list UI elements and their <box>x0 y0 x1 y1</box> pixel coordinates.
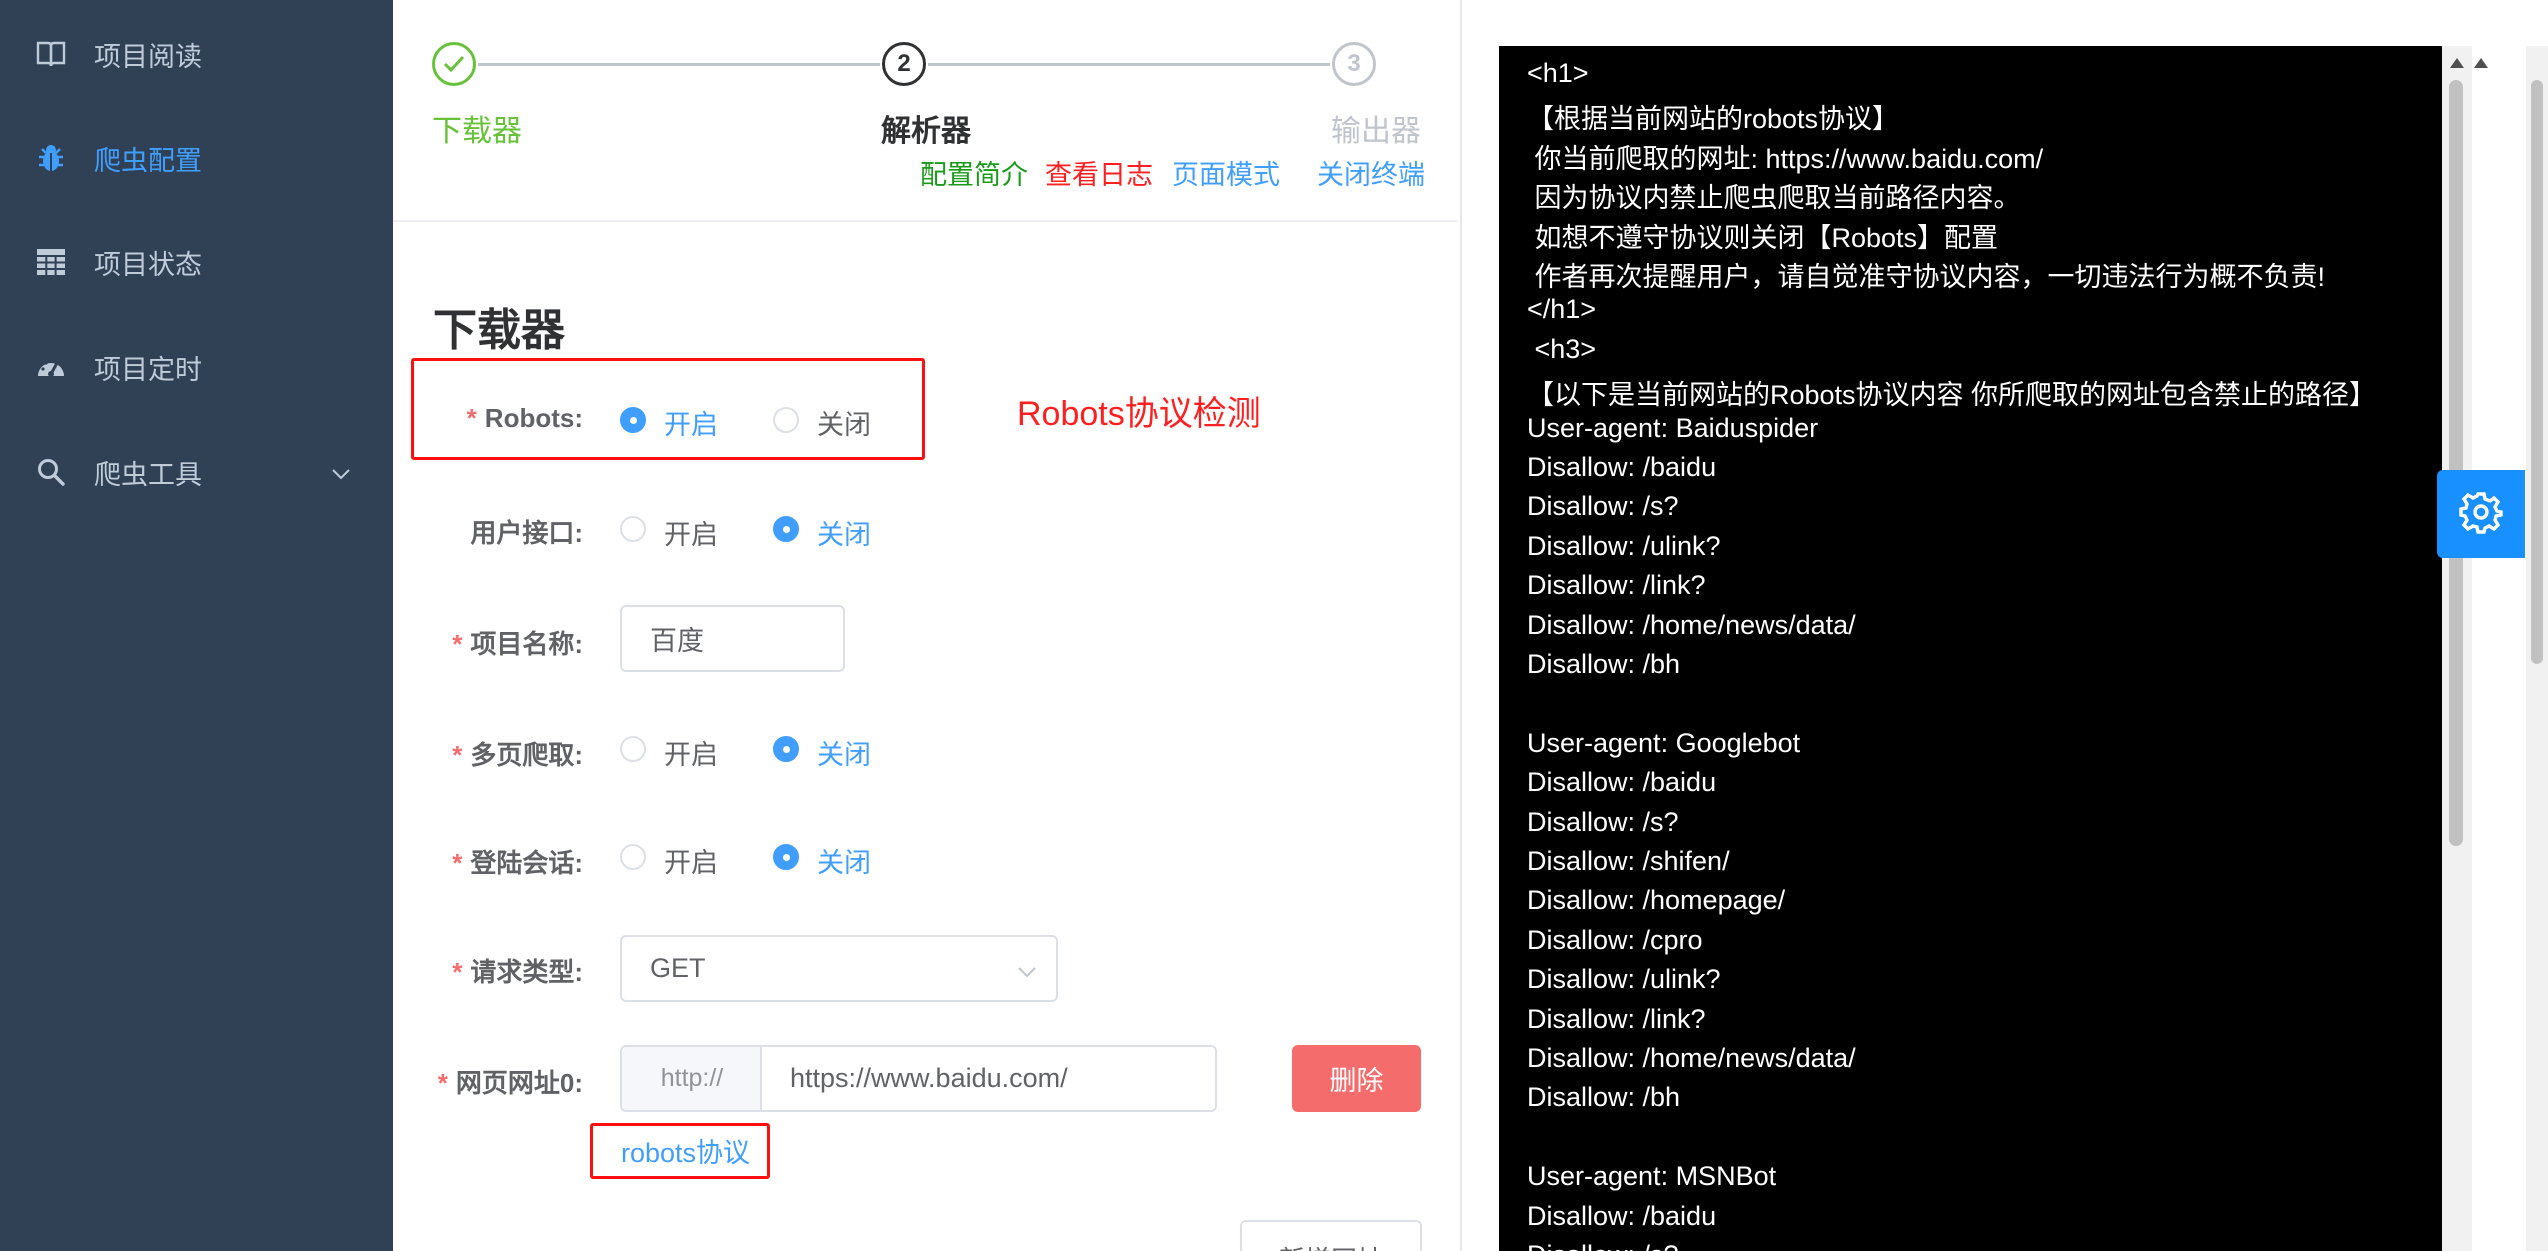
user-interface-off-radio[interactable] <box>773 516 799 542</box>
terminal-line: Disallow: /baidu <box>1527 452 1717 482</box>
terminal-line: Disallow: /bh <box>1527 649 1681 679</box>
step-1-check-icon <box>432 42 476 86</box>
sidebar-item-label: 项目定时 <box>94 354 202 385</box>
step-3-title: 输出器 <box>1331 115 1421 148</box>
scroll-up-icon[interactable] <box>2450 58 2464 68</box>
terminal-line: </h1> <box>1527 294 1597 325</box>
terminal-line: Disallow: /baidu <box>1527 1200 1717 1231</box>
page-scrollbar-thumb[interactable] <box>2531 80 2543 664</box>
book-icon <box>36 39 66 69</box>
view-log-link[interactable]: 查看日志 <box>1045 153 1153 192</box>
terminal-line: <h1> <box>1527 58 1589 88</box>
robots-on-label[interactable]: 开启 <box>664 403 718 442</box>
step-connector <box>478 63 880 66</box>
terminal-output[interactable]: <h1> 【根据当前网站的robots协议】 你当前爬取的网址: https://… <box>1499 46 2442 1251</box>
step-2-number: 2 <box>882 42 926 86</box>
robots-annotation: Robots协议检测 <box>1017 395 1261 433</box>
user-interface-on-label[interactable]: 开启 <box>664 513 718 552</box>
terminal-line: User-agent: MSNBot <box>1527 1161 1777 1192</box>
terminal-line: Disallow: /link? <box>1527 570 1706 601</box>
robots-label: * Robots: <box>466 403 583 433</box>
terminal-line: Disallow: /s? <box>1527 806 1679 837</box>
step-3-number: 3 <box>1332 42 1376 86</box>
terminal-line: Disallow: /s? <box>1527 1240 1679 1251</box>
sidebar-item-crawler-config[interactable]: 爬虫配置 <box>0 106 393 210</box>
terminal-line: Disallow: /home/news/data/ <box>1527 609 1856 640</box>
user-interface-on-radio[interactable] <box>620 516 646 542</box>
sidebar-item-label: 爬虫配置 <box>94 145 202 176</box>
request-type-value: GET <box>650 953 706 983</box>
terminal-line: <h3> <box>1527 333 1597 364</box>
terminal-line: Disallow: /shifen/ <box>1527 846 1730 876</box>
multi-page-on-label[interactable]: 开启 <box>664 733 718 772</box>
sidebar: 项目阅读 爬虫配置 项目状态 项目定时 爬虫工具 <box>0 0 393 1251</box>
terminal-line: 你当前爬取的网址: https://www.baidu.com/ <box>1527 143 2044 174</box>
multi-page-off-label[interactable]: 关闭 <box>817 733 871 772</box>
terminal-line: Disallow: /home/news/data/ <box>1527 1043 1856 1073</box>
terminal-line: Disallow: /baidu <box>1527 767 1717 798</box>
login-session-on-label[interactable]: 开启 <box>664 841 718 880</box>
chevron-down-icon[interactable] <box>330 461 352 483</box>
sidebar-item-project-status[interactable]: 项目状态 <box>0 210 393 314</box>
sidebar-item-project-schedule[interactable]: 项目定时 <box>0 315 393 419</box>
login-session-on-radio[interactable] <box>620 844 646 870</box>
terminal-line: 【以下是当前网站的Robots协议内容 你所爬取的网址包含禁止的路径】 <box>1527 380 2377 411</box>
terminal-line: Disallow: /homepage/ <box>1527 885 1786 916</box>
step-connector <box>928 63 1330 66</box>
terminal-line: 因为协议内禁止爬虫爬取当前路径内容。 <box>1527 183 2021 214</box>
bug-icon <box>36 143 66 173</box>
chevron-down-icon <box>1016 959 1038 990</box>
login-session-off-radio[interactable] <box>773 844 799 870</box>
gear-icon <box>2459 490 2503 539</box>
multi-page-off-radio[interactable] <box>773 736 799 762</box>
step-2-title: 解析器 <box>881 115 971 148</box>
terminal-line: Disallow: /cpro <box>1527 924 1703 955</box>
terminal-line: Disallow: /ulink? <box>1527 964 1721 995</box>
step-1-title: 下载器 <box>432 115 522 148</box>
sidebar-item-label: 项目阅读 <box>94 41 202 72</box>
config-intro-link[interactable]: 配置简介 <box>920 153 1028 192</box>
robots-protocol-link[interactable]: robots协议 <box>621 1131 750 1170</box>
delete-button[interactable]: 删除 <box>1292 1045 1421 1112</box>
terminal-line: User-agent: Googlebot <box>1527 727 1801 758</box>
terminal-scrollbar-thumb[interactable] <box>2449 80 2463 846</box>
request-type-select[interactable]: GET <box>620 935 1058 1002</box>
page-mode-link[interactable]: 页面模式 <box>1172 153 1280 192</box>
url-prefix: http:// <box>620 1045 762 1112</box>
terminal-line: Disallow: /bh <box>1527 1082 1681 1113</box>
terminal-line: Disallow: /link? <box>1527 1003 1706 1034</box>
project-name-input[interactable]: 百度 <box>620 605 845 672</box>
terminal-line: Disallow: /s? <box>1527 491 1679 522</box>
sidebar-item-crawler-tools[interactable]: 爬虫工具 <box>0 420 393 524</box>
url-label: * 网页网址0: <box>437 1068 583 1098</box>
sidebar-item-project-read[interactable]: 项目阅读 <box>0 2 393 106</box>
grid-icon <box>36 247 66 277</box>
terminal-line: 如想不遵守协议则关闭【Robots】配置 <box>1527 222 1999 253</box>
settings-button[interactable] <box>2437 470 2525 558</box>
scroll-up-icon[interactable] <box>2474 58 2488 68</box>
multi-page-on-radio[interactable] <box>620 736 646 762</box>
dashboard-icon <box>36 352 66 382</box>
user-interface-label: 用户接口: <box>470 518 583 548</box>
login-session-off-label[interactable]: 关闭 <box>817 841 871 880</box>
terminal-line: 作者再次提醒用户，请自觉准守协议内容，一切违法行为概不负责! <box>1527 262 2326 292</box>
search-icon <box>36 457 66 487</box>
terminal-line: User-agent: Baiduspider <box>1527 412 1819 443</box>
terminal-line: Disallow: /ulink? <box>1527 530 1721 561</box>
project-name-label: * 项目名称: <box>452 629 583 659</box>
login-session-label: * 登陆会话: <box>452 848 583 878</box>
sidebar-item-label: 项目状态 <box>94 249 202 280</box>
robots-off-label[interactable]: 关闭 <box>817 403 871 442</box>
section-title: 下载器 <box>433 306 565 355</box>
add-url-button[interactable]: 新增网址 <box>1240 1220 1422 1251</box>
robots-on-radio[interactable] <box>620 407 646 433</box>
user-interface-off-label[interactable]: 关闭 <box>817 513 871 552</box>
terminal-line: 【根据当前网站的robots协议】 <box>1527 104 1900 135</box>
sidebar-item-label: 爬虫工具 <box>94 459 202 490</box>
close-terminal-link[interactable]: 关闭终端 <box>1317 153 1425 192</box>
multi-page-label: * 多页爬取: <box>452 740 583 770</box>
request-type-label: * 请求类型: <box>452 957 583 987</box>
robots-off-radio[interactable] <box>773 407 799 433</box>
url-input[interactable]: https://www.baidu.com/ <box>760 1045 1217 1112</box>
